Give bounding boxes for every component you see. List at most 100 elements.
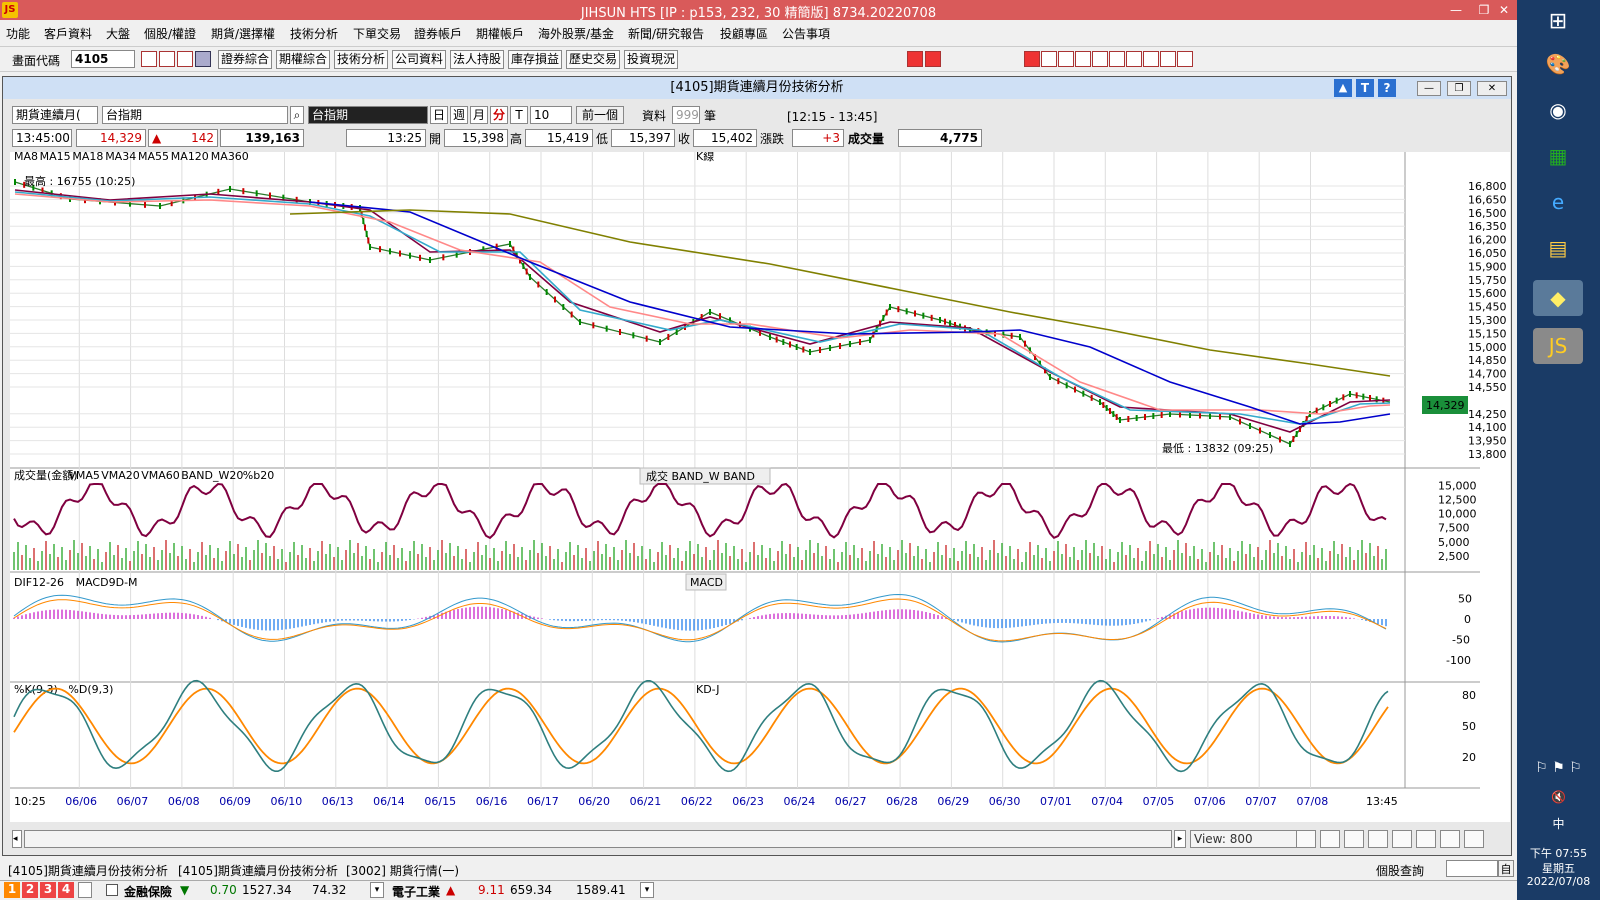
tool-6-icon[interactable]	[1126, 51, 1142, 67]
menu-market[interactable]: 大盤	[106, 25, 130, 42]
interval-select[interactable]: 10	[530, 106, 572, 124]
back-icon[interactable]	[907, 51, 923, 67]
tab-4105-b[interactable]: [4105]期貨連續月份技術分析	[178, 862, 338, 879]
footer-tool-4-icon[interactable]	[1392, 830, 1412, 848]
clock-day: 星期五	[1542, 862, 1575, 875]
menu-notice[interactable]: 公告事項	[782, 25, 830, 42]
tray-icons[interactable]: ⚐ ⚑ ⚐	[1517, 760, 1600, 776]
child-minimize[interactable]: —	[1417, 81, 1441, 96]
menu-order[interactable]: 下單交易	[353, 25, 401, 42]
tab-3002[interactable]: [3002] 期貨行情(一)	[346, 862, 459, 879]
ticker-checkbox[interactable]	[106, 884, 118, 896]
menu-tech[interactable]: 技術分析	[290, 25, 338, 42]
menu-futures[interactable]: 期貨/選擇權	[211, 25, 275, 42]
sector2-change: 9.11	[478, 883, 505, 897]
title-bar[interactable]: JS JIHSUN HTS [IP : p153, 232, 30 精簡版] 8…	[0, 0, 1518, 21]
dropdown-icon[interactable]	[195, 51, 211, 67]
tool-8-icon[interactable]	[1160, 51, 1176, 67]
horizontal-scrollbar[interactable]	[24, 830, 1172, 848]
prev-button[interactable]: 前一個	[576, 106, 624, 124]
btn-company[interactable]: 公司資料	[392, 50, 446, 69]
btn-invest[interactable]: 投資現況	[624, 50, 678, 69]
chrome-icon[interactable]: ◉	[1533, 92, 1583, 128]
footer-tool-0-icon[interactable]	[1296, 830, 1316, 848]
view-field[interactable]: View: 800	[1190, 830, 1302, 848]
query-input[interactable]	[1446, 860, 1498, 877]
footer-tool-1-icon[interactable]	[1320, 830, 1340, 848]
windows-start-icon[interactable]: ⊞	[1533, 4, 1583, 40]
window-icon[interactable]	[159, 51, 175, 67]
clock-time[interactable]: 下午 07:55	[1517, 845, 1600, 861]
query-button[interactable]: 自	[1498, 860, 1514, 877]
ime-indicator[interactable]: 中	[1517, 815, 1600, 832]
btn-opt-summary[interactable]: 期權綜合	[276, 50, 330, 69]
volume-icon[interactable]: 🔇	[1517, 790, 1600, 804]
scroll-right-icon[interactable]: ▸	[1174, 830, 1186, 848]
folder-icon[interactable]: ◆	[1533, 280, 1583, 316]
screen-1-button[interactable]: 1	[4, 882, 20, 898]
menu-opt-acct[interactable]: 期權帳戶	[476, 25, 524, 42]
period-week[interactable]: 週	[450, 106, 468, 124]
tab-4105-a[interactable]: [4105]期貨連續月份技術分析	[8, 862, 168, 879]
child-close[interactable]: ✕	[1477, 81, 1507, 96]
data-count-input[interactable]: 999	[672, 106, 700, 124]
child-maximize[interactable]: ❐	[1447, 81, 1471, 96]
btn-history[interactable]: 歷史交易	[566, 50, 620, 69]
candle	[562, 304, 565, 310]
tool-0-icon[interactable]	[1024, 51, 1040, 67]
query-icon[interactable]	[141, 51, 157, 67]
close-button[interactable]: ✕	[1490, 0, 1518, 20]
menu-overseas[interactable]: 海外股票/基金	[538, 25, 614, 42]
footer-tool-2-icon[interactable]	[1344, 830, 1364, 848]
tool-9-icon[interactable]	[1177, 51, 1193, 67]
market-select[interactable]: 台指期	[102, 106, 288, 124]
tool-4-icon[interactable]	[1092, 51, 1108, 67]
up-icon[interactable]: ▲	[1334, 79, 1352, 97]
period-month[interactable]: 月	[470, 106, 488, 124]
menu-sec-acct[interactable]: 證券帳戶	[414, 25, 462, 42]
period-day[interactable]: 日	[430, 106, 448, 124]
minimize-button[interactable]: —	[1442, 0, 1470, 20]
ie-icon[interactable]: e	[1533, 184, 1583, 220]
menu-news[interactable]: 新聞/研究報告	[628, 25, 704, 42]
footer-tool-7-icon[interactable]	[1464, 830, 1484, 848]
tool-7-icon[interactable]	[1143, 51, 1159, 67]
sector2-dropdown-icon[interactable]: ▾	[640, 882, 654, 898]
sector1-dropdown-icon[interactable]: ▾	[370, 882, 384, 898]
menu-client[interactable]: 客戶資料	[44, 25, 92, 42]
lock-icon[interactable]	[78, 882, 92, 898]
footer-tool-3-icon[interactable]	[1368, 830, 1388, 848]
footer-tool-6-icon[interactable]	[1440, 830, 1460, 848]
quote-change-val: 142	[191, 131, 214, 145]
jihsun-app-icon[interactable]: JS	[1533, 328, 1583, 364]
period-minute[interactable]: 分	[490, 106, 508, 124]
tool-5-icon[interactable]	[1109, 51, 1125, 67]
period-tick[interactable]: T	[510, 106, 528, 124]
print-icon[interactable]	[177, 51, 193, 67]
btn-tech[interactable]: 技術分析	[334, 50, 388, 69]
screen-4-button[interactable]: 4	[58, 882, 74, 898]
menu-advisor[interactable]: 投顧專區	[720, 25, 768, 42]
tool-1-icon[interactable]	[1041, 51, 1057, 67]
screen-3-button[interactable]: 3	[40, 882, 56, 898]
menu-function[interactable]: 功能	[6, 25, 30, 42]
menu-stock[interactable]: 個股/權證	[144, 25, 196, 42]
forward-icon[interactable]	[925, 51, 941, 67]
text-icon[interactable]: T	[1356, 79, 1374, 97]
file-explorer-icon[interactable]: ▤	[1533, 230, 1583, 266]
btn-sec-summary[interactable]: 證券綜合	[218, 50, 272, 69]
code-input[interactable]: 4105	[71, 50, 135, 68]
footer-tool-5-icon[interactable]	[1416, 830, 1436, 848]
type-select[interactable]: 期貨連續月(	[12, 106, 98, 124]
help-icon[interactable]: ?	[1378, 79, 1396, 97]
tool-3-icon[interactable]	[1075, 51, 1091, 67]
search-icon[interactable]: ⌕	[290, 106, 304, 124]
scroll-left-icon[interactable]: ◂	[12, 830, 22, 848]
screen-2-button[interactable]: 2	[22, 882, 38, 898]
paint-icon[interactable]: 🎨	[1533, 46, 1583, 82]
spreadsheet-icon[interactable]: ▦	[1533, 138, 1583, 174]
btn-institutional[interactable]: 法人持股	[450, 50, 504, 69]
btn-inventory[interactable]: 庫存損益	[508, 50, 562, 69]
tool-2-icon[interactable]	[1058, 51, 1074, 67]
chart-area[interactable]: 16,800 16,650 16,500 16,350 16,200 16,050 15,9…	[10, 149, 1510, 822]
